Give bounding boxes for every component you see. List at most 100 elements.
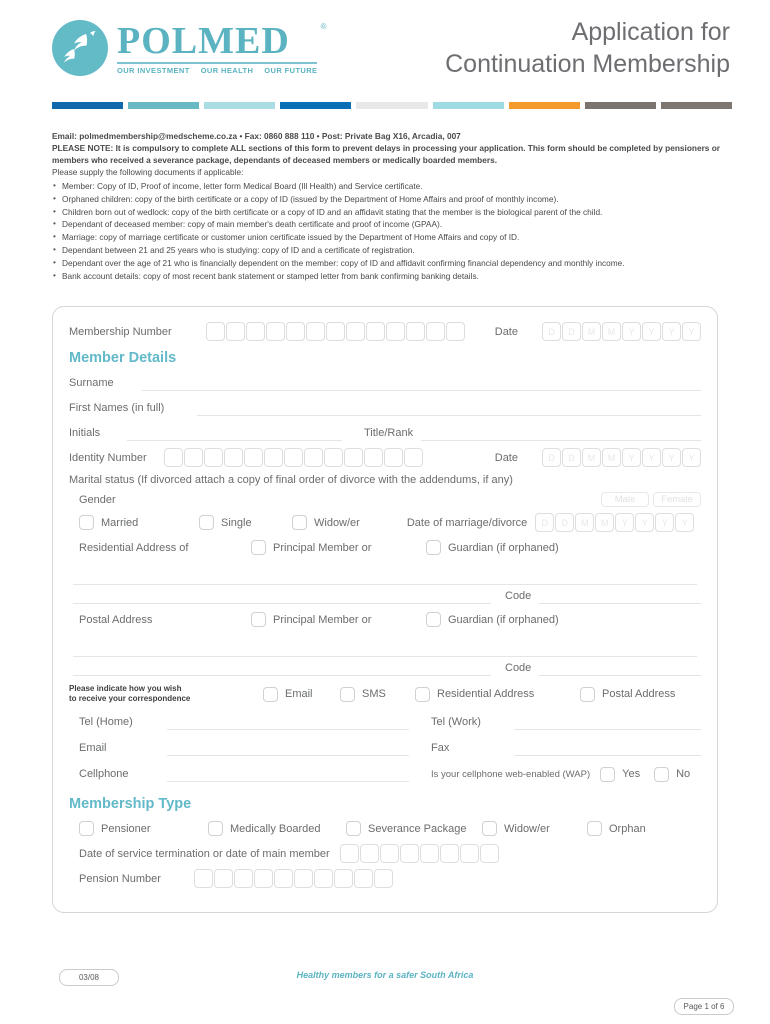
identity-number-cell[interactable] [243,448,263,467]
wap-option-yes[interactable]: Yes [600,766,640,782]
service-termination-input[interactable] [339,844,499,863]
identity-date-cell[interactable]: D [542,448,561,467]
date-cell[interactable]: M [602,322,621,341]
date-cell[interactable]: Y [682,322,701,341]
membership-type-severance-package[interactable]: Severance Package [346,821,482,836]
surname-input[interactable] [142,375,701,391]
checkbox-orphan[interactable] [587,821,602,836]
email-input[interactable] [167,740,409,756]
service-termination-cell[interactable] [379,844,399,863]
postal-address-line-1[interactable] [73,642,697,657]
identity-number-cell[interactable] [223,448,243,467]
checkbox-residential-principal-member[interactable] [251,540,266,555]
identity-number-cell[interactable] [363,448,383,467]
gender-option-male[interactable]: Male [601,492,649,507]
checkbox-medically-boarded[interactable] [208,821,223,836]
membership-number-cell[interactable] [445,322,465,341]
initials-input[interactable] [127,425,342,441]
pension-number-cell[interactable] [294,869,313,888]
marital-option-married[interactable]: Married [79,515,199,530]
membership-number-cell[interactable] [325,322,345,341]
identity-date-cell[interactable]: Y [682,448,701,467]
membership-number-cell[interactable] [225,322,245,341]
title-rank-input[interactable] [421,425,701,441]
date-marriage-cell[interactable]: Y [655,513,675,532]
pension-number-cell[interactable] [334,869,353,888]
membership-number-cell[interactable] [405,322,425,341]
identity-number-cell[interactable] [163,448,183,467]
date-cell[interactable]: D [542,322,561,341]
postal-address-line-2[interactable] [73,660,491,676]
identity-date-cell[interactable]: Y [622,448,641,467]
date-marriage-cell[interactable]: Y [615,513,635,532]
fax-input[interactable] [514,740,701,756]
checkbox-single[interactable] [199,515,214,530]
postal-code-input[interactable] [539,660,701,676]
membership-number-cell[interactable] [265,322,285,341]
pension-number-cell[interactable] [374,869,393,888]
checkbox-severance-package[interactable] [346,821,361,836]
wap-option-no[interactable]: No [654,766,690,782]
checkbox-pensioner[interactable] [79,821,94,836]
correspondence-option-email[interactable]: Email [263,686,340,702]
checkbox-postal-principal-member[interactable] [251,612,266,627]
identity-date-cell[interactable]: M [582,448,601,467]
identity-number-cell[interactable] [303,448,323,467]
identity-number-input[interactable] [163,448,423,467]
residential-address-line-1[interactable] [73,570,697,585]
identity-number-cell[interactable] [203,448,223,467]
membership-type-widower[interactable]: Widow/er [482,821,587,836]
cellphone-input[interactable] [167,766,409,782]
correspondence-option-residential[interactable]: Residential Address [415,686,580,702]
first-names-input[interactable] [197,400,701,416]
identity-number-cell[interactable] [283,448,303,467]
pension-number-input[interactable] [194,869,393,888]
marital-option-single[interactable]: Single [199,515,292,530]
residential-guardian-option[interactable]: Guardian (if orphaned) [426,540,559,555]
checkbox-residential-guardian[interactable] [426,540,441,555]
date-cell[interactable]: M [582,322,601,341]
membership-number-cell[interactable] [245,322,265,341]
checkbox-membership-widower[interactable] [482,821,497,836]
correspondence-option-sms[interactable]: SMS [340,686,415,702]
date-marriage-cell[interactable]: Y [675,513,695,532]
service-termination-cell[interactable] [419,844,439,863]
date-cell[interactable]: D [562,322,581,341]
identity-number-cell[interactable] [383,448,403,467]
identity-date-input[interactable]: DDMMYYYY [542,448,701,467]
postal-principal-member-option[interactable]: Principal Member or [251,612,426,627]
checkbox-correspondence-sms[interactable] [340,686,355,702]
residential-address-line-2[interactable] [73,588,491,604]
service-termination-cell[interactable] [459,844,479,863]
tel-home-input[interactable] [167,714,409,730]
service-termination-cell[interactable] [439,844,459,863]
gender-option-female[interactable]: Female [653,492,701,507]
pension-number-cell[interactable] [314,869,333,888]
residential-principal-member-option[interactable]: Principal Member or [251,540,426,555]
pension-number-cell[interactable] [214,869,233,888]
pension-number-cell[interactable] [354,869,373,888]
pension-number-cell[interactable] [194,869,213,888]
identity-date-cell[interactable]: Y [642,448,661,467]
membership-number-cell[interactable] [385,322,405,341]
checkbox-correspondence-residential[interactable] [415,686,430,702]
correspondence-option-postal[interactable]: Postal Address [580,686,675,702]
postal-guardian-option[interactable]: Guardian (if orphaned) [426,612,559,627]
membership-type-pensioner[interactable]: Pensioner [79,821,208,836]
date-marriage-cell[interactable]: Y [635,513,655,532]
date-cell[interactable]: Y [642,322,661,341]
checkbox-married[interactable] [79,515,94,530]
date-input[interactable]: DDMMYYYY [542,322,701,341]
tel-work-input[interactable] [514,714,701,730]
identity-number-cell[interactable] [323,448,343,467]
membership-number-cell[interactable] [365,322,385,341]
date-marriage-input[interactable]: DDMMYYYY [535,513,695,532]
membership-number-cell[interactable] [305,322,325,341]
checkbox-wap-yes[interactable] [600,766,616,782]
identity-number-cell[interactable] [403,448,423,467]
identity-date-cell[interactable]: D [562,448,581,467]
identity-date-cell[interactable]: M [602,448,621,467]
date-cell[interactable]: Y [662,322,681,341]
checkbox-correspondence-email[interactable] [263,686,278,702]
checkbox-wap-no[interactable] [654,766,670,782]
